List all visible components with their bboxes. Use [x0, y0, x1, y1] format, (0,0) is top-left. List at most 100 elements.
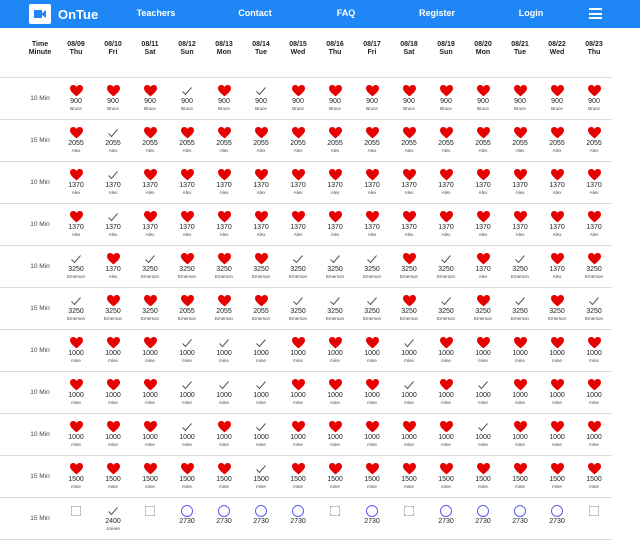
slot-cell[interactable]: 3250 Emerson — [355, 253, 389, 289]
slot-cell[interactable]: 900 Bruce — [318, 85, 352, 121]
slot-cell[interactable]: 3250 Emerson — [170, 253, 204, 289]
slot-cell[interactable]: 3250 Emerson — [318, 253, 352, 289]
slot-cell[interactable]: 1000 mine — [281, 379, 315, 415]
slot-cell[interactable]: 2055 Emerson — [244, 295, 278, 331]
slot-cell[interactable] — [133, 505, 167, 541]
slot-cell[interactable]: 1000 mine — [429, 379, 463, 415]
slot-cell[interactable]: 1370 Alex — [540, 169, 574, 205]
slot-cell[interactable]: 2730 — [281, 505, 315, 541]
slot-cell[interactable]: 1370 Alex — [503, 211, 537, 247]
slot-cell[interactable]: 2055 Alex — [59, 127, 93, 163]
slot-cell[interactable]: 2055 Alex — [429, 127, 463, 163]
slot-cell[interactable]: 1370 Alex — [429, 169, 463, 205]
slot-cell[interactable]: 1000 mine — [540, 337, 574, 373]
slot-cell[interactable]: 1000 mine — [429, 421, 463, 457]
slot-cell[interactable]: 1370 Alex — [96, 253, 130, 289]
slot-cell[interactable]: 1500 mine — [59, 463, 93, 499]
slot-cell[interactable]: 900 Bruce — [244, 85, 278, 121]
slot-cell[interactable]: 1000 mine — [170, 421, 204, 457]
slot-cell[interactable]: 1500 mine — [133, 463, 167, 499]
slot-cell[interactable]: 3250 Emerson — [59, 295, 93, 331]
slot-cell[interactable]: 1370 Alex — [170, 211, 204, 247]
slot-cell[interactable]: 2055 Alex — [577, 127, 611, 163]
slot-cell[interactable]: 1370 Alex — [133, 211, 167, 247]
slot-cell[interactable]: 1500 mine — [207, 463, 241, 499]
slot-cell[interactable]: 3250 Emerson — [392, 253, 426, 289]
slot-cell[interactable]: 3250 Emerson — [281, 295, 315, 331]
slot-cell[interactable]: 1500 mine — [281, 463, 315, 499]
page-scrollbar[interactable] — [612, 28, 640, 537]
slot-cell[interactable]: 3250 Emerson — [318, 295, 352, 331]
slot-cell[interactable]: 1370 Alex — [133, 169, 167, 205]
slot-cell[interactable]: 1000 mine — [318, 421, 352, 457]
slot-cell[interactable] — [577, 505, 611, 541]
slot-cell[interactable]: 1370 Alex — [318, 211, 352, 247]
slot-cell[interactable]: 1500 mine — [577, 463, 611, 499]
slot-cell[interactable]: 1370 Alex — [392, 211, 426, 247]
slot-cell[interactable]: 2055 Alex — [466, 127, 500, 163]
slot-cell[interactable]: 3250 Emerson — [281, 253, 315, 289]
slot-cell[interactable]: 2055 Alex — [244, 127, 278, 163]
slot-cell[interactable]: 1000 mine — [133, 337, 167, 373]
slot-cell[interactable]: 2055 Alex — [281, 127, 315, 163]
slot-cell[interactable]: 1000 mine — [318, 379, 352, 415]
slot-cell[interactable]: 2730 — [429, 505, 463, 541]
slot-cell[interactable]: 2055 Emerson — [207, 295, 241, 331]
slot-cell[interactable]: 1370 Alex — [281, 169, 315, 205]
slot-cell[interactable]: 900 Bruce — [59, 85, 93, 121]
slot-cell[interactable]: 900 Bruce — [96, 85, 130, 121]
slot-cell[interactable]: 1000 mine — [392, 421, 426, 457]
slot-cell[interactable]: 1370 Alex — [170, 169, 204, 205]
slot-cell[interactable]: 1370 Alex — [540, 253, 574, 289]
slot-cell[interactable]: 1370 Alex — [96, 211, 130, 247]
slot-cell[interactable]: 1500 mine — [466, 463, 500, 499]
slot-cell[interactable]: 1000 mine — [281, 337, 315, 373]
slot-cell[interactable]: 2730 — [207, 505, 241, 541]
brand-logo[interactable]: OnTue — [29, 4, 98, 24]
slot-cell[interactable]: 1500 mine — [96, 463, 130, 499]
slot-cell[interactable]: 1000 mine — [429, 337, 463, 373]
slot-cell[interactable]: 3250 Emerson — [466, 295, 500, 331]
slot-cell[interactable]: 1000 mine — [244, 379, 278, 415]
slot-cell[interactable]: 2055 Alex — [503, 127, 537, 163]
slot-cell[interactable]: 1500 mine — [503, 463, 537, 499]
slot-cell[interactable]: 3250 Emerson — [244, 253, 278, 289]
slot-cell[interactable]: 2730 — [170, 505, 204, 541]
slot-cell[interactable]: 2055 Emerson — [170, 295, 204, 331]
slot-cell[interactable]: 900 Bruce — [170, 85, 204, 121]
slot-cell[interactable]: 1000 mine — [540, 379, 574, 415]
slot-cell[interactable]: 900 Bruce — [466, 85, 500, 121]
slot-cell[interactable]: 1000 mine — [244, 337, 278, 373]
slot-cell[interactable]: 3250 Emerson — [503, 295, 537, 331]
hamburger-menu-icon[interactable] — [589, 8, 602, 19]
slot-cell[interactable]: 2730 — [503, 505, 537, 541]
slot-cell[interactable]: 1500 mine — [318, 463, 352, 499]
slot-cell[interactable]: 1370 Alex — [503, 169, 537, 205]
slot-cell[interactable]: 2055 Alex — [96, 127, 130, 163]
slot-cell[interactable]: 2055 Alex — [207, 127, 241, 163]
slot-cell[interactable]: 900 Bruce — [133, 85, 167, 121]
slot-cell[interactable]: 1370 Alex — [96, 169, 130, 205]
slot-cell[interactable]: 1000 mine — [96, 421, 130, 457]
slot-cell[interactable] — [318, 505, 352, 541]
slot-cell[interactable]: 2055 Alex — [392, 127, 426, 163]
slot-cell[interactable]: 1000 mine — [244, 421, 278, 457]
slot-cell[interactable]: 3250 Emerson — [577, 253, 611, 289]
slot-cell[interactable]: 1370 Alex — [466, 169, 500, 205]
slot-cell[interactable]: 900 Bruce — [429, 85, 463, 121]
slot-cell[interactable]: 1000 mine — [503, 379, 537, 415]
slot-cell[interactable]: 1000 mine — [466, 421, 500, 457]
slot-cell[interactable]: 1370 Alex — [59, 169, 93, 205]
slot-cell[interactable]: 900 Bruce — [207, 85, 241, 121]
slot-cell[interactable]: 1000 mine — [170, 337, 204, 373]
slot-cell[interactable]: 1500 mine — [540, 463, 574, 499]
slot-cell[interactable]: 2730 — [244, 505, 278, 541]
slot-cell[interactable]: 1500 mine — [392, 463, 426, 499]
slot-cell[interactable] — [392, 505, 426, 541]
slot-cell[interactable]: 1000 mine — [503, 337, 537, 373]
slot-cell[interactable]: 1000 mine — [207, 379, 241, 415]
slot-cell[interactable]: 900 Bruce — [281, 85, 315, 121]
slot-cell[interactable]: 1000 mine — [466, 379, 500, 415]
slot-cell[interactable]: 1500 mine — [170, 463, 204, 499]
nav-link-contact[interactable]: Contact — [238, 8, 272, 18]
